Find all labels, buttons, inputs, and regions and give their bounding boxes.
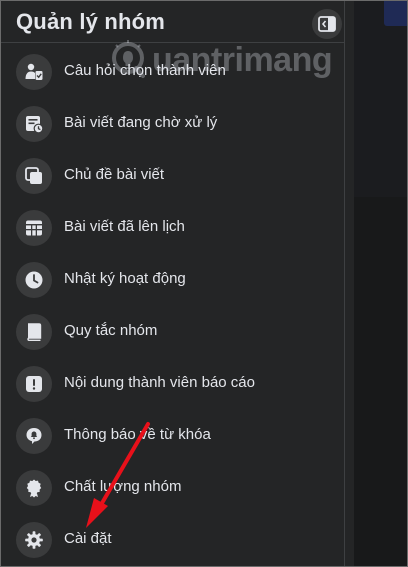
member-reported-icon [26,376,42,392]
menu-item-label: Bài viết đã lên lịch [64,218,185,235]
background-accent [384,0,408,26]
group-quality-icon [26,479,42,498]
menu-item-membership-questions[interactable]: Câu hỏi chọn thành viên [0,46,344,98]
menu-item-label: Quy tắc nhóm [64,322,158,339]
activity-log-icon [25,271,43,289]
background-content [354,0,408,567]
background-top [354,0,408,197]
menu-item-label: Chủ đề bài viết [64,166,165,183]
settings-icon [25,531,43,549]
sidebar-collapse-button[interactable] [312,9,342,39]
menu-item-settings[interactable]: Cài đặt [0,514,344,566]
menu-item-post-topics[interactable]: Chủ đề bài viết [0,150,344,202]
menu-item-label: Nhật ký hoạt động [64,270,186,287]
menu-item-label: Nội dung thành viên báo cáo [64,374,255,391]
sidebar-collapse-icon [318,16,336,32]
group-rules-icon [27,323,42,341]
menu-item-label: Chất lượng nhóm [64,478,182,495]
sidebar-edge [344,0,345,567]
pending-posts-icon [26,116,44,134]
post-topics-icon [25,167,42,184]
group-admin-sidebar: Quản lý nhóm Câu hỏi chọn thành viên Bài… [0,0,354,567]
menu-item-activity-log[interactable]: Nhật ký hoạt động [0,254,344,306]
menu-item-label: Thông báo về từ khóa [64,426,211,443]
menu-item-label: Bài viết đang chờ xử lý [64,114,218,131]
menu-item-member-reported[interactable]: Nội dung thành viên báo cáo [0,358,344,410]
menu-item-label: Cài đặt [64,530,112,547]
panel-title: Quản lý nhóm [16,9,166,34]
keyword-alerts-icon [26,428,42,444]
scheduled-posts-icon [26,220,42,236]
menu-item-group-rules[interactable]: Quy tắc nhóm [0,306,344,358]
menu-item-pending-posts[interactable]: Bài viết đang chờ xử lý [0,98,344,150]
menu-item-keyword-alerts[interactable]: Thông báo về từ khóa [0,410,344,462]
header-divider [0,42,344,43]
menu-item-group-quality[interactable]: Chất lượng nhóm [0,462,344,514]
menu-item-scheduled-posts[interactable]: Bài viết đã lên lịch [0,202,344,254]
membership-questions-icon [25,63,43,80]
menu-item-label: Câu hỏi chọn thành viên [64,62,226,79]
